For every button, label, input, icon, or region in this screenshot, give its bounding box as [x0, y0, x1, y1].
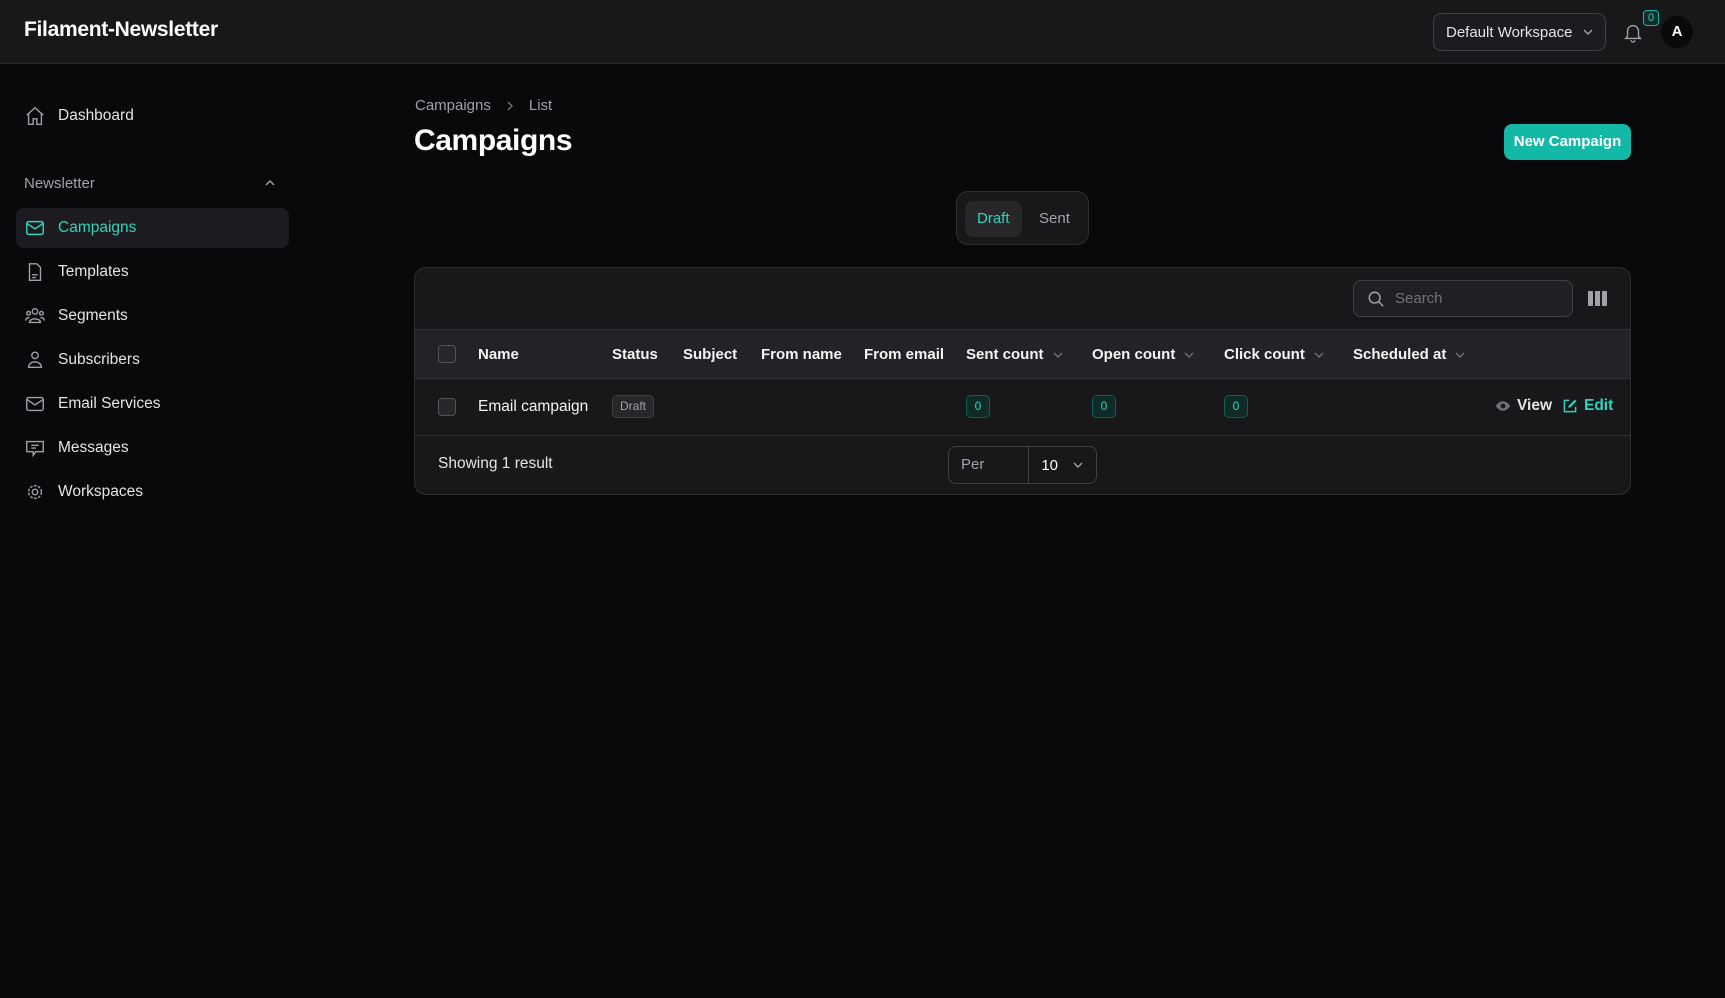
- notification-count: 0: [1643, 10, 1659, 26]
- chevron-down-icon: [1583, 29, 1593, 35]
- chevron-down-icon: [1053, 352, 1062, 358]
- sidebar-item-label: Workspaces: [58, 483, 143, 500]
- user-icon: [27, 351, 43, 369]
- column-status: Status: [612, 346, 658, 363]
- chat-icon: [26, 440, 44, 458]
- pencil-square-icon: [1563, 399, 1577, 413]
- eye-icon: [1495, 401, 1511, 411]
- sidebar-item-label: Messages: [58, 439, 129, 456]
- breadcrumb: Campaigns List: [415, 97, 552, 114]
- sidebar-item-templates[interactable]: Templates: [16, 252, 289, 292]
- tab-sent[interactable]: Sent: [1027, 201, 1082, 237]
- sidebar-item-segments[interactable]: Segments: [16, 296, 289, 336]
- envelope-icon: [26, 220, 44, 236]
- open-count-badge: 0: [1092, 395, 1116, 418]
- user-group-icon: [25, 307, 45, 324]
- search-placeholder: Search: [1395, 290, 1443, 307]
- chevron-down-icon: [1184, 352, 1194, 358]
- document-icon: [28, 263, 42, 281]
- click-count-badge: 0: [1224, 395, 1248, 418]
- sidebar-group-label: Newsletter: [24, 175, 95, 192]
- cog-icon: [27, 484, 43, 500]
- per-page-label: Per page: [949, 447, 1030, 494]
- chevron-down-icon: [1314, 352, 1324, 358]
- workspace-label: Default Workspace: [1446, 23, 1573, 41]
- chevron-down-icon: [1455, 352, 1465, 358]
- chevron-down-icon: [1073, 462, 1083, 468]
- columns-icon[interactable]: [1588, 291, 1607, 306]
- per-page-value: 10: [1041, 456, 1058, 474]
- envelope-icon: [26, 396, 44, 412]
- sidebar-item-label: Dashboard: [58, 107, 134, 124]
- sidebar-item-label: Templates: [58, 263, 129, 280]
- column-scheduled-at[interactable]: Scheduled at: [1353, 346, 1466, 363]
- column-from-email: From email: [864, 346, 945, 363]
- column-from-name: From name: [761, 346, 842, 363]
- column-sent-count[interactable]: Sent count: [966, 346, 1064, 363]
- edit-action[interactable]: Edit: [1562, 397, 1613, 415]
- tab-draft[interactable]: Draft: [965, 201, 1022, 237]
- sidebar-item-workspaces[interactable]: Workspaces: [16, 472, 289, 512]
- sidebar-item-label: Campaigns: [58, 219, 137, 236]
- app-title: Filament-Newsletter: [24, 18, 218, 41]
- column-click-count[interactable]: Click count: [1224, 346, 1325, 363]
- column-open-count[interactable]: Open count: [1092, 346, 1195, 363]
- chevron-up-icon[interactable]: [264, 177, 276, 189]
- view-action[interactable]: View: [1495, 397, 1552, 415]
- results-count: Showing 1 result: [438, 455, 553, 472]
- row-checkbox[interactable]: [438, 398, 456, 416]
- sidebar-item-label: Subscribers: [58, 351, 140, 368]
- sidebar-item-email-services[interactable]: Email Services: [16, 384, 289, 424]
- campaign-name[interactable]: Email campaign: [478, 398, 588, 416]
- sidebar-item-campaigns[interactable]: Campaigns: [16, 208, 289, 248]
- sidebar-item-messages[interactable]: Messages: [16, 428, 289, 468]
- sidebar-item-label: Email Services: [58, 395, 161, 412]
- sidebar-item-dashboard[interactable]: Dashboard: [16, 96, 289, 136]
- bell-icon[interactable]: [1622, 20, 1644, 44]
- workspace-switcher[interactable]: Default Workspace: [1433, 13, 1606, 51]
- breadcrumb-list[interactable]: List: [529, 97, 552, 114]
- sidebar-item-subscribers[interactable]: Subscribers: [16, 340, 289, 380]
- sent-count-badge: 0: [966, 395, 990, 418]
- per-page-select[interactable]: Per page 10: [948, 446, 1097, 494]
- chevron-right-icon: [507, 101, 513, 110]
- page-title: Campaigns: [414, 124, 573, 157]
- table-header: Name Status Subject From name From email…: [415, 329, 1630, 379]
- breadcrumb-campaigns[interactable]: Campaigns: [415, 97, 491, 114]
- avatar[interactable]: A: [1661, 16, 1693, 48]
- table-row[interactable]: Email campaign Draft 0 0 0 View Edit: [415, 379, 1630, 436]
- sidebar-item-label: Segments: [58, 307, 128, 324]
- status-badge: Draft: [612, 395, 655, 418]
- column-subject: Subject: [683, 346, 738, 363]
- campaigns-table: Search Name Status Subject From name Fro…: [414, 267, 1631, 495]
- home-icon: [26, 106, 44, 125]
- column-name: Name: [478, 346, 519, 363]
- search-icon: [1368, 291, 1384, 307]
- status-tabs: Draft Sent: [956, 191, 1089, 245]
- select-all-checkbox[interactable]: [438, 345, 456, 363]
- new-campaign-button[interactable]: New Campaign: [1504, 124, 1631, 160]
- search-input[interactable]: Search: [1353, 280, 1573, 317]
